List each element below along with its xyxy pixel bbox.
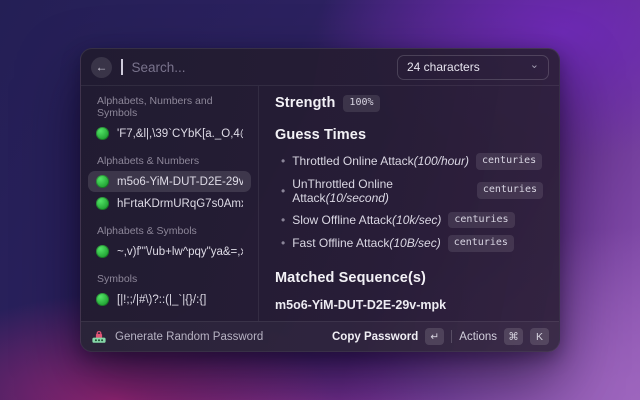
- password-text: hFrtaKDrmURqG7s0AmxXBW24: [117, 198, 243, 210]
- guess-time-badge: centuries: [448, 235, 514, 252]
- password-generator-icon: [91, 329, 107, 345]
- strength-badge: 100%: [343, 95, 379, 112]
- topbar: ← 24 characters ⌄: [81, 49, 559, 86]
- password-text: m5o6-YiM-DUT-D2E-29v-mpk: [117, 176, 243, 188]
- attack-name: Throttled Online Attack(100/hour): [292, 154, 469, 168]
- attack-rate: (10B/sec): [389, 236, 440, 250]
- attack-rate: (10/second): [326, 191, 389, 205]
- password-dot-icon: [96, 245, 109, 258]
- matched-password: m5o6-YiM-DUT-D2E-29v-mpk: [275, 298, 543, 312]
- attack-rate: (10k/sec): [392, 213, 441, 227]
- group-alphabets-numbers: Alphabets & Numbers m5o6-YiM-DUT-D2E-29v…: [81, 155, 258, 214]
- k-key-badge: K: [530, 328, 549, 345]
- attack-name: Slow Offline Attack(10k/sec): [292, 213, 441, 227]
- matched-sequences-heading: Matched Sequence(s): [275, 270, 426, 286]
- actions-button[interactable]: Actions: [459, 331, 497, 343]
- footer-bar: Generate Random Password Copy Password ↵…: [81, 321, 559, 351]
- bullet-icon: •: [275, 213, 285, 227]
- guess-time-badge: centuries: [476, 153, 542, 170]
- bullet-icon: •: [275, 154, 285, 168]
- guess-time-item: • Fast Offline Attack(10B/sec) centuries: [275, 232, 543, 256]
- guess-times-heading: Guess Times: [275, 127, 366, 143]
- password-dot-icon: [96, 127, 109, 140]
- search-input[interactable]: [132, 60, 389, 75]
- attack-name: UnThrottled Online Attack(10/second): [292, 177, 470, 205]
- chevron-down-icon: ⌄: [530, 60, 539, 71]
- footer-actions: Copy Password ↵ Actions ⌘ K: [332, 328, 549, 345]
- password-text: [|!;;/|#\)?::(|_`|{}/:{]: [117, 294, 206, 306]
- group-label: Alphabets, Numbers and Symbols: [81, 95, 258, 119]
- bullet-icon: •: [275, 184, 285, 198]
- list-item-selected[interactable]: m5o6-YiM-DUT-D2E-29v-mpk: [88, 171, 251, 192]
- strength-heading: Strength: [275, 95, 335, 111]
- character-count-dropdown[interactable]: 24 characters ⌄: [397, 55, 549, 80]
- password-text: 'F7,&l|,\39`CYbK[a._O,4@: [117, 128, 243, 140]
- group-symbols: Symbols [|!;;/|#\)?::(|_`|{}/:{]: [81, 273, 258, 310]
- password-dot-icon: [96, 293, 109, 306]
- bullet-icon: •: [275, 236, 285, 250]
- password-dot-icon: [96, 175, 109, 188]
- group-label: Alphabets & Symbols: [81, 225, 258, 237]
- password-text: ~,v)f"'\/ub+lw^pqy"ya&=,x: [117, 246, 243, 258]
- cmd-key-badge: ⌘: [504, 328, 523, 345]
- guess-time-badge: centuries: [448, 212, 514, 229]
- group-label: Symbols: [81, 273, 258, 285]
- text-caret: [121, 59, 123, 75]
- list-item[interactable]: 'F7,&l|,\39`CYbK[a._O,4@: [88, 123, 251, 144]
- main-area: Alphabets, Numbers and Symbols 'F7,&l|,\…: [81, 86, 559, 321]
- attack-name: Fast Offline Attack(10B/sec): [292, 236, 441, 250]
- list-item[interactable]: ~,v)f"'\/ub+lw^pqy"ya&=,x: [88, 241, 251, 262]
- guess-time-item: • Slow Offline Attack(10k/sec) centuries: [275, 208, 543, 232]
- guess-times-row: Guess Times: [275, 127, 543, 143]
- dropdown-value: 24 characters: [407, 60, 480, 74]
- matched-sequences-row: Matched Sequence(s): [275, 270, 543, 286]
- detail-panel: Strength 100% Guess Times • Throttled On…: [259, 86, 559, 321]
- list-item[interactable]: [|!;;/|#\)?::(|_`|{}/:{]: [88, 289, 251, 310]
- password-generator-window: ← 24 characters ⌄ Alphabets, Numbers and…: [80, 48, 560, 352]
- group-label: Alphabets & Numbers: [81, 155, 258, 167]
- list-item[interactable]: hFrtaKDrmURqG7s0AmxXBW24: [88, 193, 251, 214]
- group-alphabets-symbols: Alphabets & Symbols ~,v)f"'\/ub+lw^pqy"y…: [81, 225, 258, 262]
- back-arrow-icon: ←: [96, 60, 108, 74]
- guess-time-badge: centuries: [477, 182, 543, 199]
- guess-times-list: • Throttled Online Attack(100/hour) cent…: [275, 150, 543, 256]
- copy-password-button[interactable]: Copy Password: [332, 331, 418, 343]
- footer-divider: [451, 330, 452, 343]
- generate-password-label: Generate Random Password: [115, 331, 263, 343]
- password-dot-icon: [96, 197, 109, 210]
- strength-row: Strength 100%: [275, 95, 543, 112]
- attack-rate: (100/hour): [414, 154, 469, 168]
- guess-time-item: • UnThrottled Online Attack(10/second) c…: [275, 173, 543, 208]
- password-list: Alphabets, Numbers and Symbols 'F7,&l|,\…: [81, 86, 259, 321]
- group-alphabets-numbers-symbols: Alphabets, Numbers and Symbols 'F7,&l|,\…: [81, 95, 258, 144]
- back-button[interactable]: ←: [91, 57, 112, 78]
- guess-time-item: • Throttled Online Attack(100/hour) cent…: [275, 150, 543, 174]
- return-key-badge[interactable]: ↵: [425, 328, 444, 345]
